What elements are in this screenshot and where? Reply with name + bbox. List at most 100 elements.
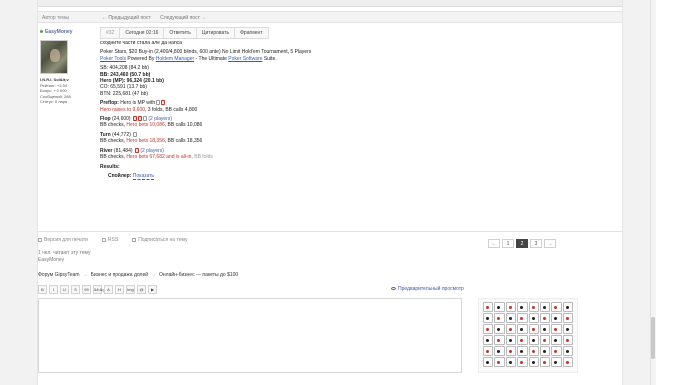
card-picker-icon[interactable] [528,302,539,312]
card-picker-icon[interactable] [505,324,517,334]
post-date[interactable]: Сегодня 02:16 [120,28,165,38]
card-picker-icon[interactable] [528,357,539,367]
italic-button[interactable]: I [49,285,58,294]
card-picker-icon[interactable] [505,357,517,367]
hand-meta-credit: Poker Tools Powered By Holdem Manager - … [100,56,420,62]
print-option[interactable]: Версия для печати [38,237,88,243]
card-picker-icon[interactable] [494,357,505,367]
scrollbar-thumb[interactable] [651,317,655,359]
strike-button[interactable]: S [71,285,80,294]
underline-button[interactable]: U [60,285,69,294]
card-picker-icon[interactable] [551,357,562,367]
card-picker-icon[interactable] [494,346,505,356]
prev-post-link[interactable]: ← Предыдущий пост [102,15,151,21]
poker-software-link[interactable]: Poker Software [228,56,262,62]
post-navigation: ← Предыдущий пост Следующий пост → [102,15,214,21]
card-picker-icon[interactable] [494,335,505,345]
card-picker-icon[interactable] [494,302,505,312]
breadcrumb-topic[interactable]: Онлайн-бизнес — пакеты до $100 [159,272,238,278]
subscribe-option[interactable]: Подписаться на тему [132,237,187,243]
card-picker-icon[interactable] [562,357,573,367]
pager-prev[interactable]: ← [488,239,500,248]
card-picker-icon[interactable] [517,335,528,345]
fragment-button[interactable]: Фрагмент [235,28,267,38]
next-post-link[interactable]: Следующий пост → [160,15,206,21]
card-picker-icon[interactable] [528,335,539,345]
readers-list[interactable]: EasyMoney [38,257,91,264]
card-picker-icon[interactable] [483,313,494,323]
card-picker-icon[interactable] [539,302,551,312]
reply-textarea[interactable] [38,298,462,373]
card-picker-icon[interactable] [517,357,528,367]
card-picker-icon[interactable] [517,313,528,323]
card-picker-icon[interactable] [483,324,494,334]
card-picker-icon[interactable] [517,324,528,334]
stacks-list: SB: 404,208 (84.2 bb) BB: 243,460 (50.7 … [100,65,420,97]
post-id[interactable]: #32 [101,28,121,38]
media-button[interactable]: ▶ [148,285,157,294]
card-picker-icon[interactable] [562,324,573,334]
card-picker-icon[interactable] [539,335,551,345]
rss-label: RSS [107,237,119,243]
right-gutter [622,0,650,385]
font-button[interactable]: A [104,285,113,294]
card-picker-icon[interactable] [483,335,494,345]
card-picker-icon[interactable] [539,324,551,334]
card-picker-icon[interactable] [551,324,562,334]
card-picker-icon[interactable] [551,346,562,356]
header-button[interactable]: H [115,285,124,294]
image-button[interactable]: img [126,285,135,294]
card-picker-icon[interactable] [528,313,539,323]
card-picker-icon[interactable] [505,335,517,345]
pager-next[interactable]: → [544,239,556,248]
card-picker-icon[interactable] [517,302,528,312]
poker-tools-link[interactable]: Poker Tools [100,56,126,62]
card-picker-icon[interactable] [494,324,505,334]
breadcrumb-section[interactable]: Бизнес и продажа долей [91,272,148,278]
card-picker-icon[interactable] [562,302,573,312]
card-picker-icon[interactable] [539,357,551,367]
holdem-manager-link[interactable]: Holdem Manager [156,56,194,62]
rss-option[interactable]: RSS [101,237,119,243]
quote-button[interactable]: 99 [82,285,91,294]
card-picker-icon[interactable] [483,302,494,312]
turn-label: Turn [100,131,111,138]
bold-button[interactable]: B [38,285,47,294]
code-button[interactable]: &lt;&gt; [93,285,107,294]
pager-page-3[interactable]: 3 [530,239,542,248]
card-picker-icon[interactable] [551,335,562,345]
card-picker-icon[interactable] [539,346,551,356]
breadcrumb-forum[interactable]: Форум GipsyTeam [38,272,80,278]
username[interactable]: EasyMoney [40,29,73,35]
card-picker-icon[interactable] [551,302,562,312]
card-picker-icon[interactable] [505,313,517,323]
card-icon [161,100,166,106]
breadcrumb-separator-icon: → [151,272,157,278]
card-picker-icon[interactable] [505,302,517,312]
post-actions: #32 Сегодня 02:16 Ответить Цитировать Фр… [100,27,269,39]
card-picker-icon[interactable] [562,335,573,345]
link-button[interactable]: @ [137,285,146,294]
stack-btn: BTN: 225,681 (47 bb) [100,90,149,97]
subscribe-checkbox[interactable] [132,237,137,242]
card-picker-icon[interactable] [505,346,517,356]
avatar[interactable] [40,40,68,74]
card-picker-icon[interactable] [562,313,573,323]
card-picker-icon[interactable] [551,313,562,323]
card-picker-icon[interactable] [517,346,528,356]
spoiler-show-button[interactable]: Показать [132,172,155,180]
card-picker-icon[interactable] [539,313,551,323]
card-picker-icon[interactable] [528,324,539,334]
card-picker-icon[interactable] [494,313,505,323]
preview-link[interactable]: Предварительный просмотр [391,286,464,292]
subscribe-label: Подписаться на тему [138,237,188,243]
pager-page-2[interactable]: 2 [516,239,528,248]
card-picker-icon[interactable] [483,357,494,367]
turn-action-hero: Hero bets 18,356 [126,138,165,145]
card-picker-icon[interactable] [483,346,494,356]
quote-button[interactable]: Цитировать [197,28,236,38]
card-picker-icon[interactable] [562,346,573,356]
reply-button[interactable]: Ответить [164,28,197,38]
pager-page-1[interactable]: 1 [502,239,514,248]
card-picker-icon[interactable] [528,346,539,356]
